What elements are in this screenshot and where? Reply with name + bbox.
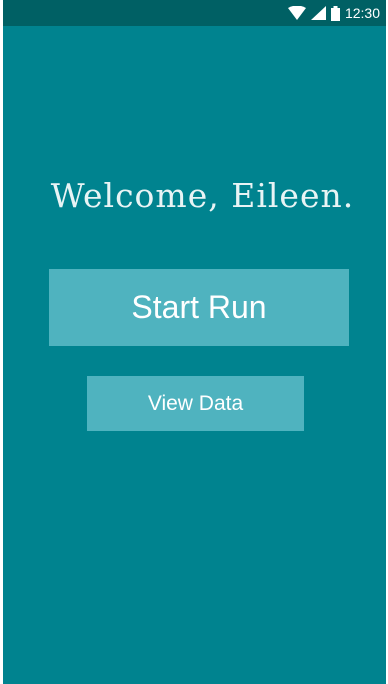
app-screen: 12:30 Welcome, Eileen. Start Run View Da… [3, 0, 386, 684]
start-run-button[interactable]: Start Run [49, 269, 349, 346]
status-bar: 12:30 [3, 0, 386, 26]
wifi-icon [287, 6, 306, 20]
welcome-heading: Welcome, Eileen. [50, 176, 355, 215]
status-icons: 12:30 [287, 4, 380, 22]
view-data-button[interactable]: View Data [87, 376, 304, 431]
battery-icon [330, 5, 340, 21]
signal-icon [310, 6, 326, 20]
status-time: 12:30 [344, 5, 380, 21]
